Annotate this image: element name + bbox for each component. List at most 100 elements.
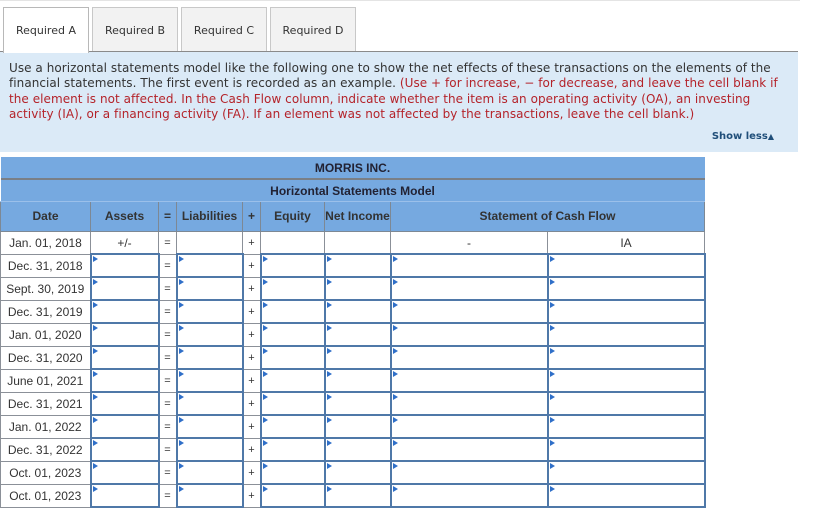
cash-flow-amount-cell[interactable]: [389, 368, 549, 393]
cash-flow-amount-cell[interactable]: [389, 460, 549, 485]
liabilities-input[interactable]: [177, 486, 242, 505]
cash-flow-amount-input[interactable]: [391, 394, 547, 413]
liabilities-input[interactable]: [177, 371, 242, 390]
assets-input[interactable]: [91, 279, 158, 298]
cash-flow-type-cell[interactable]: [546, 276, 706, 301]
cash-flow-type-cell[interactable]: [546, 299, 706, 324]
net-income-input[interactable]: [325, 463, 390, 482]
liabilities-cell[interactable]: [175, 391, 244, 416]
liabilities-cell[interactable]: [175, 253, 244, 278]
cash-flow-amount-cell[interactable]: [389, 276, 549, 301]
liabilities-input[interactable]: [177, 440, 242, 459]
liabilities-input[interactable]: [177, 394, 242, 413]
assets-cell[interactable]: [89, 483, 160, 508]
net-income-cell[interactable]: [323, 368, 392, 393]
equity-input[interactable]: [261, 371, 324, 390]
liabilities-input[interactable]: [177, 325, 242, 344]
tab-required-c[interactable]: Required C: [181, 7, 267, 52]
assets-input[interactable]: [91, 417, 158, 436]
cash-flow-amount-input[interactable]: [391, 371, 547, 390]
cash-flow-type-input[interactable]: [548, 371, 704, 390]
liabilities-input[interactable]: [177, 348, 242, 367]
assets-cell[interactable]: [89, 368, 160, 393]
equity-input[interactable]: [261, 325, 324, 344]
equity-input[interactable]: [261, 440, 324, 459]
cash-flow-type-input[interactable]: [548, 279, 704, 298]
tab-required-a[interactable]: Required A: [3, 7, 89, 53]
cash-flow-amount-input[interactable]: [391, 440, 547, 459]
cash-flow-type-input[interactable]: [548, 463, 704, 482]
assets-input[interactable]: [91, 256, 158, 275]
net-income-cell[interactable]: [323, 414, 392, 439]
liabilities-input[interactable]: [177, 256, 242, 275]
equity-cell[interactable]: [259, 483, 326, 508]
cash-flow-amount-input[interactable]: [391, 486, 547, 505]
liabilities-input[interactable]: [177, 463, 242, 482]
cash-flow-type-input[interactable]: [548, 256, 704, 275]
tab-required-d[interactable]: Required D: [270, 7, 356, 52]
equity-input[interactable]: [261, 486, 324, 505]
cash-flow-type-input[interactable]: [548, 302, 704, 321]
cash-flow-type-cell[interactable]: [546, 460, 706, 485]
cash-flow-amount-input[interactable]: [391, 302, 547, 321]
net-income-cell[interactable]: [323, 299, 392, 324]
cash-flow-type-cell[interactable]: [546, 322, 706, 347]
equity-cell[interactable]: [259, 253, 326, 278]
cash-flow-type-cell[interactable]: [546, 437, 706, 462]
liabilities-cell[interactable]: [175, 299, 244, 324]
equity-cell[interactable]: [259, 299, 326, 324]
liabilities-cell[interactable]: [175, 483, 244, 508]
cash-flow-amount-input[interactable]: [391, 256, 547, 275]
cash-flow-type-input[interactable]: [548, 440, 704, 459]
liabilities-cell[interactable]: [175, 414, 244, 439]
cash-flow-type-cell[interactable]: [546, 414, 706, 439]
liabilities-cell[interactable]: [175, 322, 244, 347]
net-income-input[interactable]: [325, 394, 390, 413]
equity-input[interactable]: [261, 348, 324, 367]
cash-flow-type-input[interactable]: [548, 348, 704, 367]
net-income-input[interactable]: [325, 279, 390, 298]
net-income-input[interactable]: [325, 348, 390, 367]
cash-flow-amount-cell[interactable]: [389, 437, 549, 462]
assets-cell[interactable]: [89, 345, 160, 370]
net-income-cell[interactable]: [323, 276, 392, 301]
liabilities-cell[interactable]: [175, 368, 244, 393]
equity-input[interactable]: [261, 417, 324, 436]
net-income-cell[interactable]: [323, 391, 392, 416]
net-income-input[interactable]: [325, 440, 390, 459]
cash-flow-amount-cell[interactable]: [389, 253, 549, 278]
equity-cell[interactable]: [259, 368, 326, 393]
equity-input[interactable]: [261, 394, 324, 413]
net-income-cell[interactable]: [323, 322, 392, 347]
cash-flow-amount-input[interactable]: [391, 279, 547, 298]
cash-flow-amount-cell[interactable]: [389, 391, 549, 416]
cash-flow-type-input[interactable]: [548, 486, 704, 505]
net-income-cell[interactable]: [323, 253, 392, 278]
net-income-input[interactable]: [325, 325, 390, 344]
cash-flow-amount-cell[interactable]: [389, 483, 549, 508]
equity-input[interactable]: [261, 302, 324, 321]
tab-required-b[interactable]: Required B: [92, 7, 178, 52]
equity-input[interactable]: [261, 279, 324, 298]
assets-input[interactable]: [91, 302, 158, 321]
equity-cell[interactable]: [259, 345, 326, 370]
assets-cell[interactable]: [89, 391, 160, 416]
assets-cell[interactable]: [89, 299, 160, 324]
assets-cell[interactable]: [89, 437, 160, 462]
cash-flow-amount-cell[interactable]: [389, 299, 549, 324]
cash-flow-amount-cell[interactable]: [389, 345, 549, 370]
liabilities-input[interactable]: [177, 417, 242, 436]
cash-flow-type-input[interactable]: [548, 417, 704, 436]
liabilities-cell[interactable]: [175, 276, 244, 301]
assets-input[interactable]: [91, 463, 158, 482]
assets-input[interactable]: [91, 440, 158, 459]
net-income-input[interactable]: [325, 256, 390, 275]
equity-cell[interactable]: [259, 437, 326, 462]
net-income-cell[interactable]: [323, 483, 392, 508]
equity-cell[interactable]: [259, 414, 326, 439]
cash-flow-type-cell[interactable]: [546, 253, 706, 278]
liabilities-input[interactable]: [177, 279, 242, 298]
assets-cell[interactable]: [89, 460, 160, 485]
net-income-input[interactable]: [325, 486, 390, 505]
cash-flow-type-input[interactable]: [548, 394, 704, 413]
